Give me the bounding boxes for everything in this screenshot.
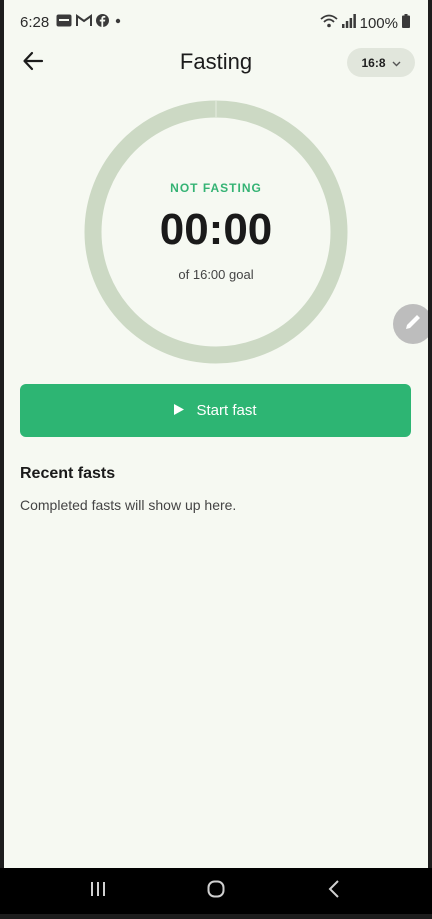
signal-icon (341, 14, 356, 32)
start-fast-button[interactable]: Start fast (20, 384, 411, 437)
facebook-icon (96, 14, 109, 32)
play-icon (174, 402, 185, 419)
edit-button[interactable] (393, 304, 428, 344)
wifi-icon (320, 14, 338, 32)
home-button[interactable] (186, 868, 246, 914)
elapsed-time: 00:00 (159, 205, 273, 254)
status-right: 100% (320, 14, 410, 32)
gmail-icon (76, 14, 92, 32)
fasting-timer-ring: NOT FASTING 00:00 of 16:00 goal (84, 100, 348, 364)
recent-apps-button[interactable] (68, 868, 128, 914)
start-fast-label: Start fast (196, 402, 257, 419)
recent-fasts-heading: Recent fasts (20, 465, 116, 482)
notification-icons (56, 14, 123, 32)
goal-text: of 16:00 goal (178, 267, 254, 282)
app-screen: 6:28 100% Fasting 16:8 NOT FASTING 00:00… (4, 0, 428, 868)
status-bar: 6:28 100% (4, 0, 428, 46)
battery-icon (402, 14, 410, 32)
dot-icon (113, 14, 123, 32)
status-time: 6:28 (20, 14, 50, 31)
recent-fasts-empty-text: Completed fasts will show up here. (20, 497, 237, 513)
recent-apps-icon (89, 881, 107, 902)
chevron-left-icon (328, 879, 340, 903)
pencil-icon (403, 312, 423, 337)
fasting-status: NOT FASTING (170, 181, 262, 195)
fasting-plan-selector[interactable]: 16:8 (347, 48, 415, 77)
home-icon (207, 880, 225, 903)
system-back-button[interactable] (304, 868, 364, 914)
navigation-bar (0, 868, 432, 914)
chevron-down-icon (392, 56, 401, 70)
screen-icon (56, 14, 72, 32)
plan-label: 16:8 (361, 55, 386, 70)
battery-text: 100% (359, 14, 398, 32)
